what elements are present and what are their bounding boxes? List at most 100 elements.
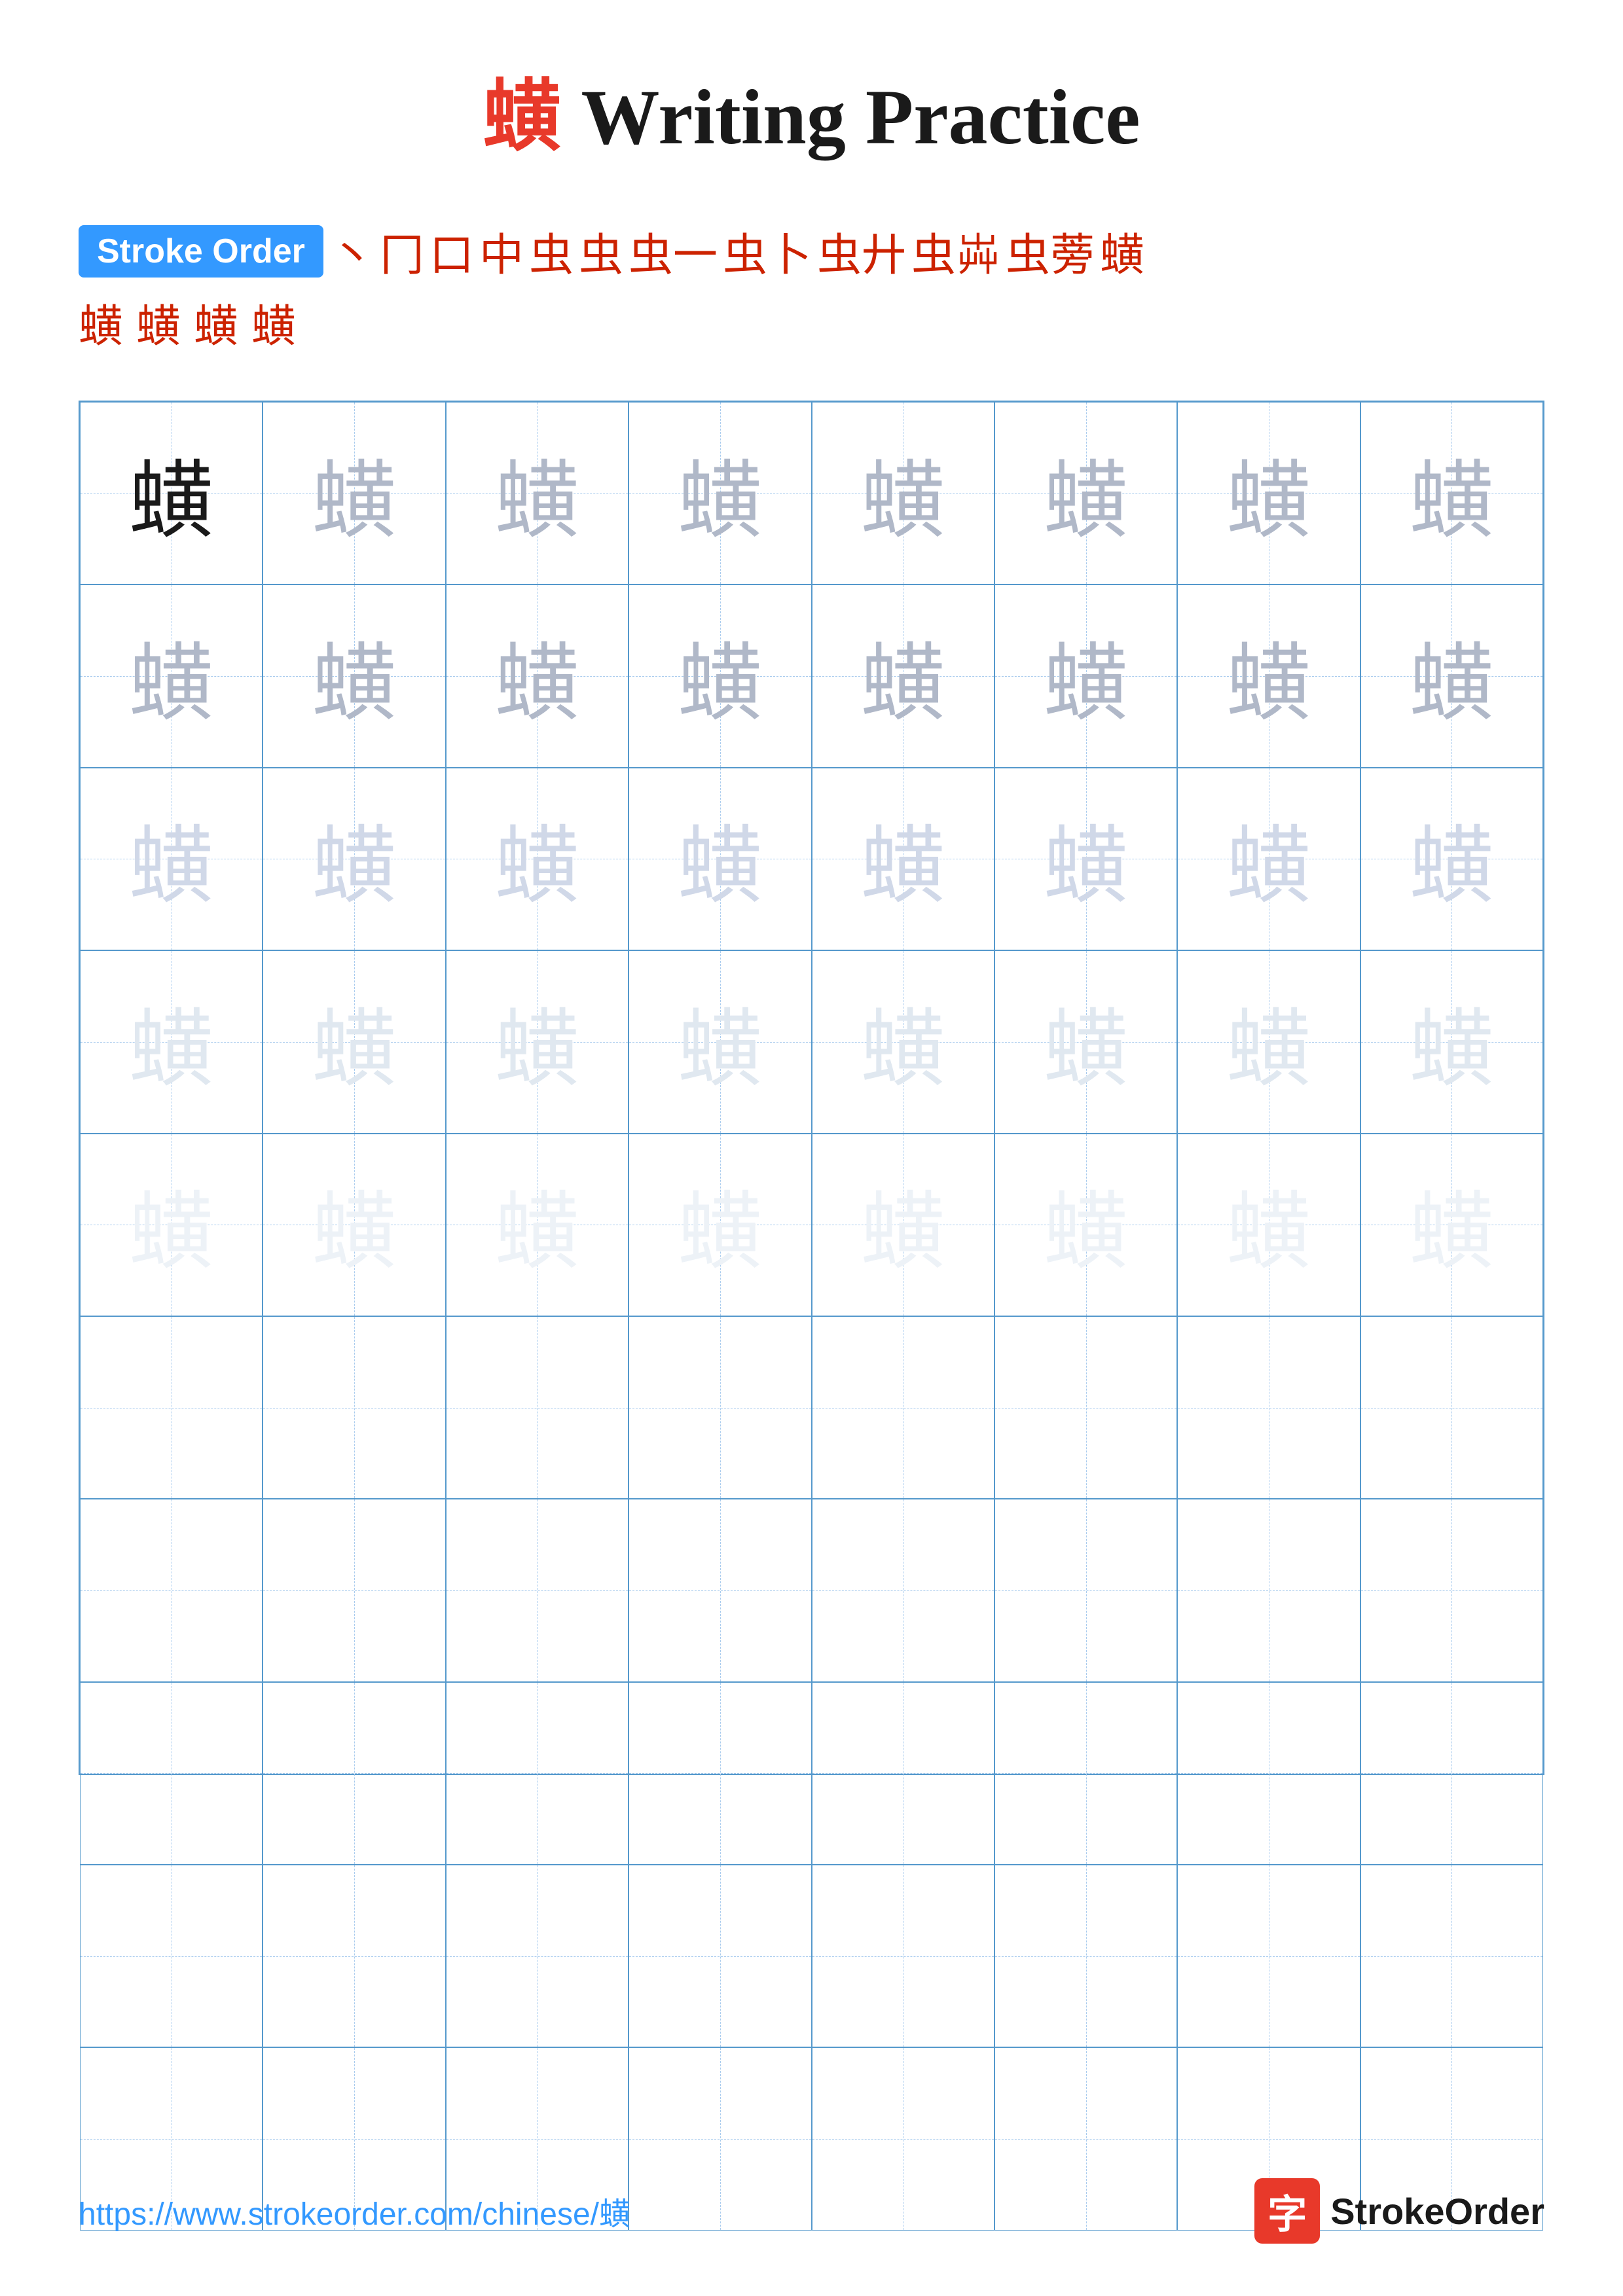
stroke-char-13: 蟥	[79, 290, 123, 355]
grid-cell[interactable]: 蟥	[80, 768, 263, 950]
grid-cell[interactable]	[80, 1499, 263, 1681]
stroke-order-row1: Stroke Order 丶 冂 口 中 虫 虫 虫一 虫卜 虫廾 虫芔 虫蒡 …	[79, 219, 1544, 283]
grid-cell[interactable]	[812, 1865, 994, 2047]
grid-cell[interactable]	[994, 1316, 1177, 1499]
grid-cell[interactable]: 蟥	[80, 402, 263, 584]
grid-cell[interactable]	[812, 1682, 994, 1865]
grid-cell[interactable]: 蟥	[1177, 950, 1360, 1133]
grid-cell[interactable]: 蟥	[1360, 584, 1543, 767]
grid-cell[interactable]	[1177, 1865, 1360, 2047]
footer: https://www.strokeorder.com/chinese/蟥 字 …	[79, 2178, 1544, 2244]
grid-cell[interactable]	[446, 1865, 629, 2047]
stroke-char-7: 虫一	[629, 219, 718, 283]
grid-cell[interactable]	[1360, 1499, 1543, 1681]
grid-cell[interactable]	[1360, 1682, 1543, 1865]
grid-cell[interactable]: 蟥	[629, 768, 811, 950]
grid-cell[interactable]: 蟥	[629, 1134, 811, 1316]
grid-cell[interactable]: 蟥	[446, 768, 629, 950]
grid-cell[interactable]	[1177, 1682, 1360, 1865]
grid-cell[interactable]	[80, 1682, 263, 1865]
grid-cell[interactable]: 蟥	[812, 950, 994, 1133]
grid-cell[interactable]: 蟥	[1177, 402, 1360, 584]
grid-cell[interactable]	[812, 1499, 994, 1681]
grid-cell[interactable]: 蟥	[994, 584, 1177, 767]
grid-cell[interactable]: 蟥	[263, 768, 445, 950]
grid-cell[interactable]	[446, 1316, 629, 1499]
grid-cell[interactable]	[446, 1499, 629, 1681]
stroke-char-1: 丶	[330, 219, 374, 283]
grid-cell[interactable]	[263, 1499, 445, 1681]
grid-cell[interactable]	[263, 1682, 445, 1865]
grid-cell[interactable]	[994, 1865, 1177, 2047]
grid-cell[interactable]: 蟥	[1360, 402, 1543, 584]
grid-cell[interactable]	[1360, 1316, 1543, 1499]
grid-cell[interactable]	[446, 1682, 629, 1865]
stroke-char-16: 蟥	[251, 290, 296, 355]
grid-cell[interactable]: 蟥	[446, 402, 629, 584]
stroke-char-9: 虫廾	[817, 219, 906, 283]
stroke-order-badge[interactable]: Stroke Order	[79, 225, 323, 278]
grid-cell[interactable]: 蟥	[1360, 1134, 1543, 1316]
stroke-chars-row1: 丶 冂 口 中 虫 虫 虫一 虫卜 虫廾 虫芔 虫蒡 蟥	[330, 219, 1144, 283]
grid-cell[interactable]	[1177, 1499, 1360, 1681]
grid-cell[interactable]	[629, 1316, 811, 1499]
grid-cell[interactable]: 蟥	[80, 950, 263, 1133]
grid-cell[interactable]: 蟥	[263, 950, 445, 1133]
grid-cell[interactable]: 蟥	[812, 402, 994, 584]
grid-cell[interactable]: 蟥	[80, 584, 263, 767]
footer-logo: 字 StrokeOrder	[1254, 2178, 1544, 2244]
footer-logo-icon: 字	[1254, 2178, 1320, 2244]
grid-cell[interactable]	[263, 1865, 445, 2047]
grid-cell[interactable]	[1360, 1865, 1543, 2047]
grid-cell[interactable]	[1177, 1316, 1360, 1499]
stroke-char-5: 虫	[529, 219, 574, 283]
stroke-char-15: 蟥	[194, 290, 238, 355]
grid-cell[interactable]: 蟥	[994, 768, 1177, 950]
grid-cell[interactable]: 蟥	[994, 950, 1177, 1133]
grid-cell[interactable]	[629, 1682, 811, 1865]
grid-cell[interactable]	[812, 1316, 994, 1499]
grid-cell[interactable]: 蟥	[1177, 768, 1360, 950]
grid-cell[interactable]: 蟥	[446, 950, 629, 1133]
grid-cell[interactable]: 蟥	[629, 402, 811, 584]
grid-cell[interactable]: 蟥	[446, 584, 629, 767]
writing-grid[interactable]: 蟥蟥蟥蟥蟥蟥蟥蟥蟥蟥蟥蟥蟥蟥蟥蟥蟥蟥蟥蟥蟥蟥蟥蟥蟥蟥蟥蟥蟥蟥蟥蟥蟥蟥蟥蟥蟥蟥蟥蟥	[79, 401, 1544, 1775]
grid-cell[interactable]: 蟥	[80, 1134, 263, 1316]
grid-cell[interactable]	[629, 1865, 811, 2047]
grid-cell[interactable]: 蟥	[1360, 768, 1543, 950]
grid-cell[interactable]	[80, 1865, 263, 2047]
grid-cell[interactable]	[629, 1499, 811, 1681]
title-suffix: Writing Practice	[561, 73, 1140, 160]
stroke-char-2: 冂	[380, 219, 424, 283]
stroke-order-section: Stroke Order 丶 冂 口 中 虫 虫 虫一 虫卜 虫廾 虫芔 虫蒡 …	[0, 206, 1623, 381]
grid-cell[interactable]: 蟥	[263, 584, 445, 767]
grid-cell[interactable]	[994, 1499, 1177, 1681]
stroke-char-10: 虫芔	[911, 219, 1000, 283]
page-title: 蟥 Writing Practice	[0, 0, 1623, 206]
grid-cell[interactable]: 蟥	[812, 1134, 994, 1316]
stroke-char-14: 蟥	[136, 290, 181, 355]
grid-cell[interactable]: 蟥	[263, 1134, 445, 1316]
grid-cell[interactable]	[263, 1316, 445, 1499]
grid-cell[interactable]	[994, 1682, 1177, 1865]
stroke-char-12: 蟥	[1100, 219, 1144, 283]
stroke-char-4: 中	[479, 219, 524, 283]
grid-cell[interactable]: 蟥	[263, 402, 445, 584]
grid-section: 蟥蟥蟥蟥蟥蟥蟥蟥蟥蟥蟥蟥蟥蟥蟥蟥蟥蟥蟥蟥蟥蟥蟥蟥蟥蟥蟥蟥蟥蟥蟥蟥蟥蟥蟥蟥蟥蟥蟥蟥	[0, 394, 1623, 1782]
grid-cell[interactable]: 蟥	[994, 1134, 1177, 1316]
stroke-char-6: 虫	[579, 219, 623, 283]
grid-cell[interactable]: 蟥	[1360, 950, 1543, 1133]
grid-cell[interactable]: 蟥	[1177, 584, 1360, 767]
grid-cell[interactable]: 蟥	[629, 950, 811, 1133]
grid-cell[interactable]	[80, 1316, 263, 1499]
footer-logo-char: 字	[1267, 2183, 1307, 2240]
grid-cell[interactable]: 蟥	[812, 584, 994, 767]
footer-url[interactable]: https://www.strokeorder.com/chinese/蟥	[79, 2188, 630, 2234]
grid-cell[interactable]: 蟥	[1177, 1134, 1360, 1316]
footer-logo-text: StrokeOrder	[1330, 2190, 1544, 2233]
grid-cell[interactable]: 蟥	[629, 584, 811, 767]
grid-cell[interactable]: 蟥	[994, 402, 1177, 584]
title-char: 蟥	[483, 73, 561, 160]
grid-cell[interactable]: 蟥	[446, 1134, 629, 1316]
grid-cell[interactable]: 蟥	[812, 768, 994, 950]
